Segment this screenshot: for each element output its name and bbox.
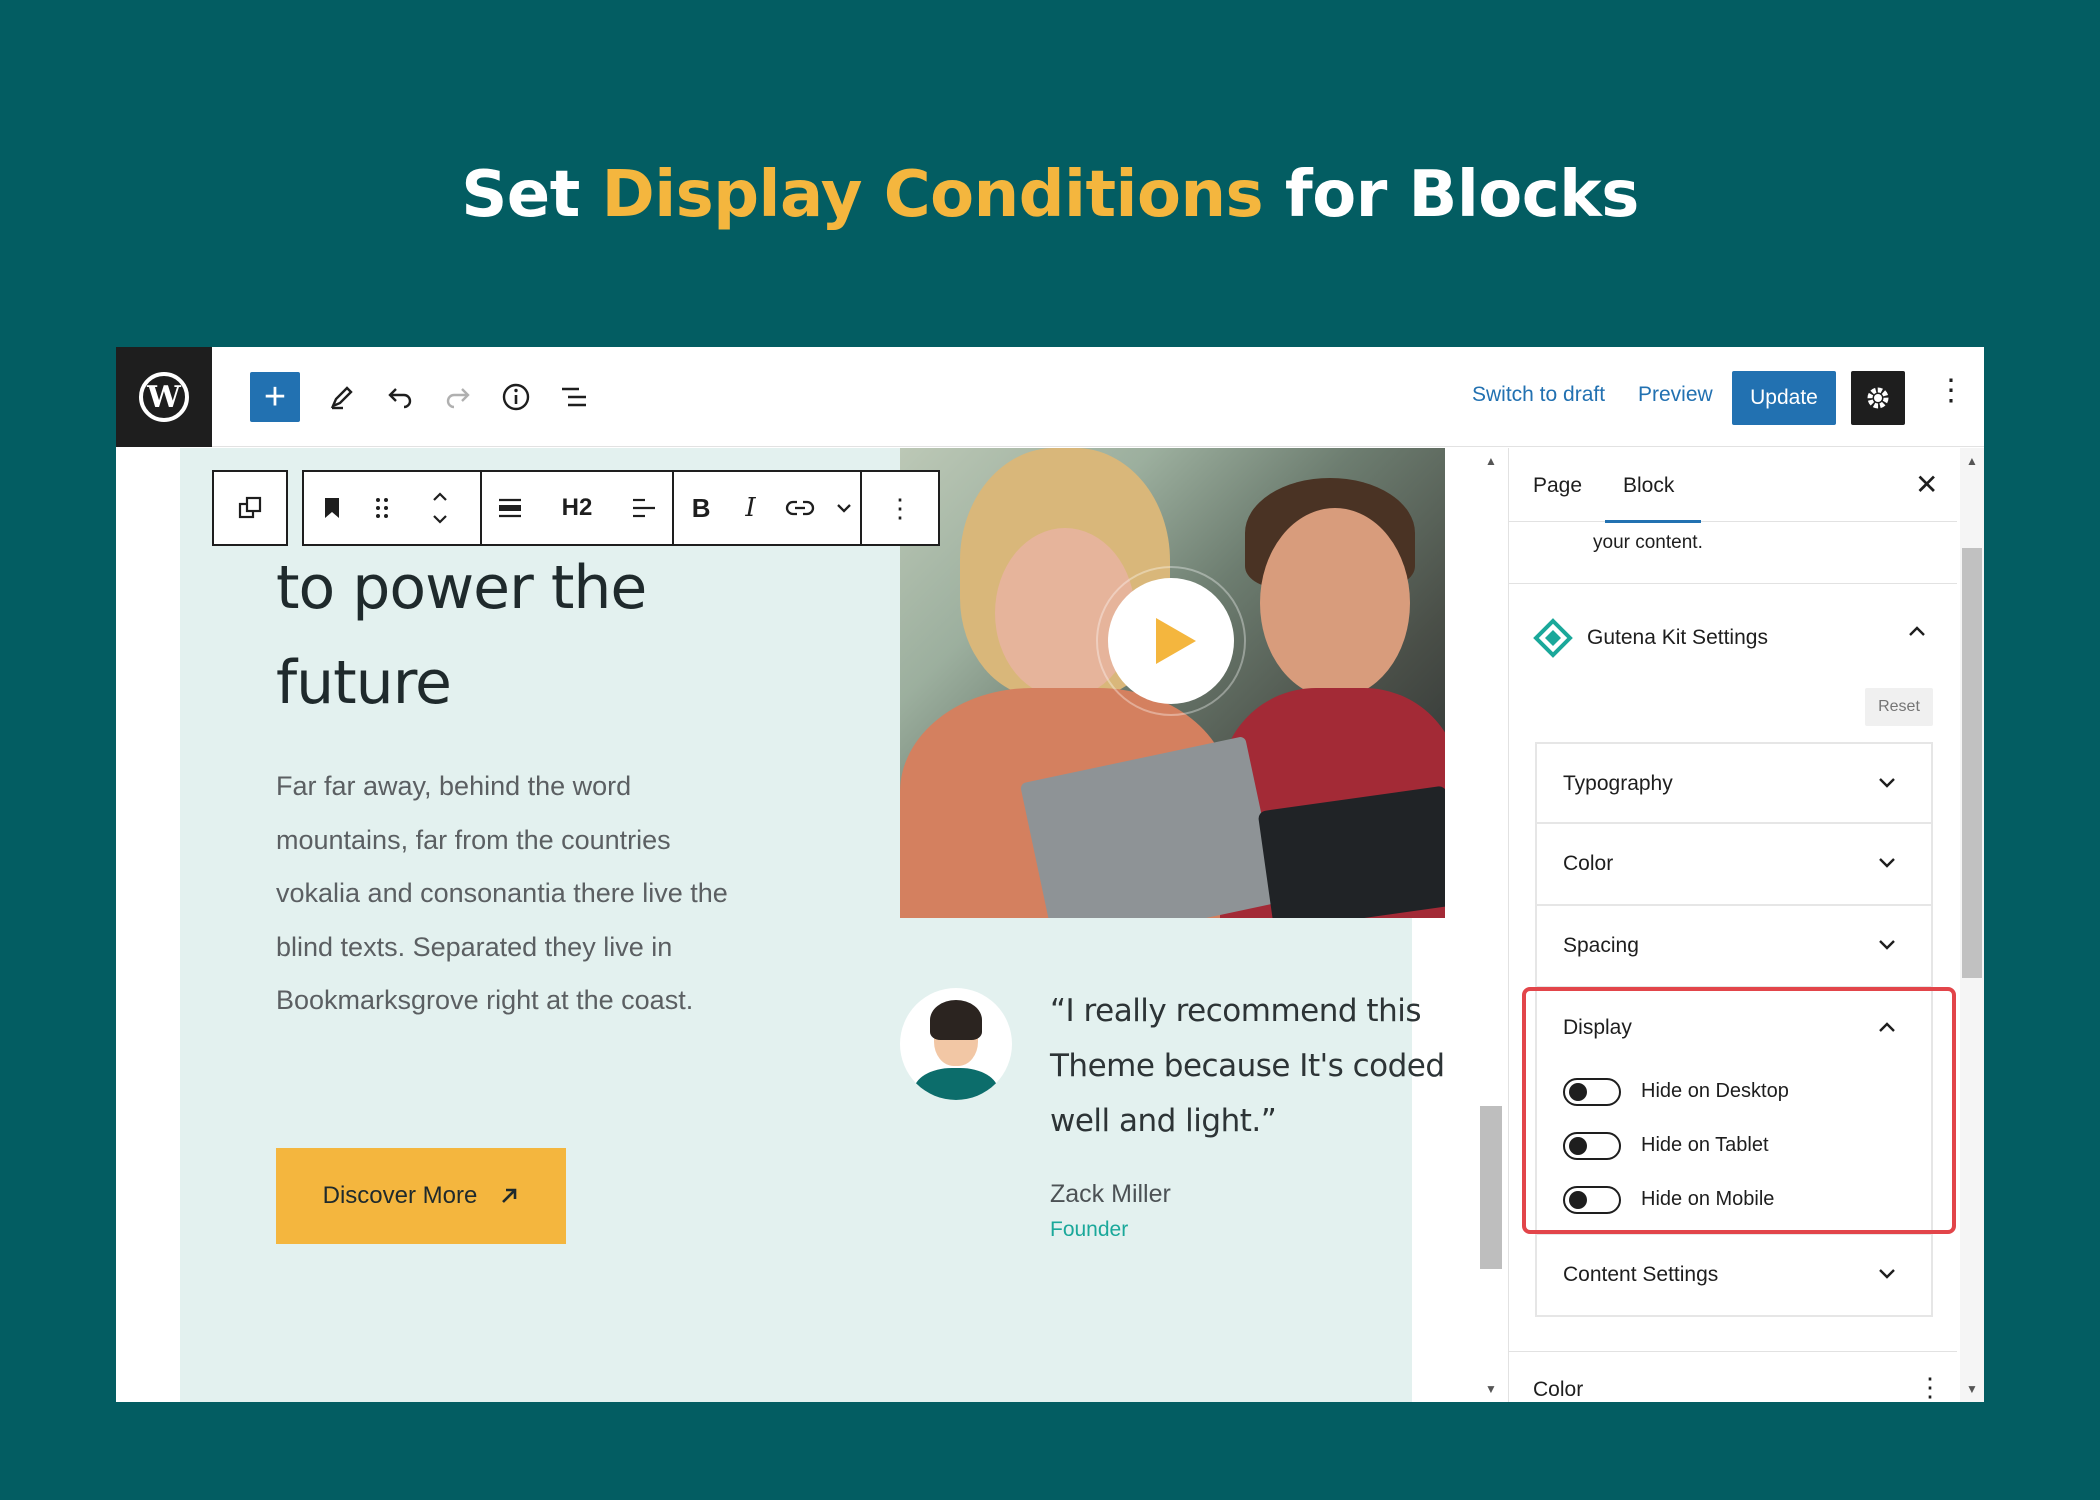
bold-icon[interactable]: B [674, 472, 728, 544]
scroll-up-arrow-icon[interactable]: ▲ [1966, 454, 1978, 468]
scroll-up-arrow-icon[interactable]: ▲ [1485, 454, 1497, 468]
settings-gear-icon[interactable] [1851, 371, 1905, 425]
video-thumbnail[interactable] [900, 448, 1445, 918]
active-tab-indicator [1605, 520, 1701, 523]
tab-block[interactable]: Block [1623, 474, 1674, 498]
wordpress-logo[interactable]: W [116, 347, 212, 447]
sidebar-scroll-thumb[interactable] [1962, 548, 1982, 978]
display-highlight-frame [1522, 987, 1956, 1234]
reset-button[interactable]: Reset [1865, 688, 1933, 726]
color-panel[interactable]: Color [1535, 824, 1933, 906]
content-section: to power the future Far far away, behind… [180, 448, 1445, 1402]
gutena-kit-icon [1533, 618, 1573, 658]
chevron-down-icon [1877, 1261, 1897, 1287]
chevron-down-icon [1877, 770, 1897, 796]
divider [1509, 583, 1957, 584]
testimonial-role[interactable]: Founder [1050, 1218, 1128, 1242]
headline-suffix: for Blocks [1263, 158, 1639, 232]
editor-canvas: to power the future Far far away, behind… [116, 448, 1474, 1402]
block-options-icon[interactable]: ⋮ [862, 472, 938, 544]
chevron-up-icon[interactable] [1907, 618, 1927, 644]
canvas-scrollbar[interactable]: ▲ ▼ [1480, 448, 1502, 1402]
typography-panel[interactable]: Typography [1535, 742, 1933, 824]
transform-block-icon[interactable] [214, 472, 286, 544]
text-align-icon[interactable] [616, 472, 672, 544]
chevron-down-icon [1877, 932, 1897, 958]
add-block-icon[interactable]: + [250, 372, 300, 422]
gutena-kit-settings-title[interactable]: Gutena Kit Settings [1587, 626, 1768, 650]
sidebar-tabs: Page Block ✕ [1509, 448, 1957, 523]
more-options-icon[interactable]: ⋮ [1936, 373, 1966, 408]
redo-icon[interactable] [434, 373, 482, 421]
heading-line-2[interactable]: future [276, 648, 452, 718]
tab-page[interactable]: Page [1533, 474, 1582, 498]
scroll-down-arrow-icon[interactable]: ▼ [1966, 1382, 1978, 1396]
align-wide-icon[interactable] [482, 472, 538, 544]
color-label: Color [1563, 852, 1614, 875]
content-settings-label: Content Settings [1563, 1263, 1719, 1286]
more-formats-chevron-icon[interactable] [827, 472, 860, 544]
editor-topbar: W + Switch to draft Preview Update ⋮ [116, 347, 1984, 447]
switch-to-draft-link[interactable]: Switch to draft [1472, 383, 1605, 407]
block-description: your content. [1593, 532, 1703, 553]
sidebar-scrollbar[interactable]: ▲ ▼ [1960, 448, 1984, 1402]
italic-icon[interactable]: I [728, 472, 773, 544]
undo-icon[interactable] [376, 373, 424, 421]
preview-link[interactable]: Preview [1638, 383, 1713, 407]
headline-prefix: Set [461, 158, 602, 232]
edit-pencil-icon[interactable] [318, 373, 366, 421]
link-icon[interactable] [773, 472, 827, 544]
editor-window: W + Switch to draft Preview Update ⋮ to … [116, 347, 1984, 1402]
avatar [900, 988, 1012, 1100]
settings-sidebar: Page Block ✕ your content. Gutena Kit Se… [1508, 448, 1957, 1402]
arrow-up-right-icon [502, 1188, 517, 1203]
discover-more-label: Discover More [322, 1182, 478, 1209]
move-up-down-icon[interactable] [404, 472, 476, 544]
testimonial-quote[interactable]: “I really recommend this Theme because I… [1050, 984, 1450, 1149]
color-options-icon[interactable]: ⋮ [1917, 1372, 1943, 1402]
scroll-down-arrow-icon[interactable]: ▼ [1485, 1382, 1497, 1396]
color-panel-title[interactable]: Color [1533, 1378, 1583, 1402]
typography-label: Typography [1563, 772, 1673, 795]
heading-level-selector[interactable]: H2 [538, 472, 616, 544]
divider [1509, 1351, 1957, 1352]
body-paragraph[interactable]: Far far away, behind the word mountains,… [276, 760, 736, 1028]
testimonial-author[interactable]: Zack Miller [1050, 1180, 1171, 1209]
discover-more-button[interactable]: Discover More [276, 1148, 566, 1244]
wordpress-icon: W [139, 372, 189, 422]
drag-handle-icon[interactable] [360, 472, 404, 544]
update-button[interactable]: Update [1732, 371, 1836, 425]
heading-line-1[interactable]: to power the [276, 553, 647, 623]
content-settings-panel[interactable]: Content Settings [1535, 1235, 1933, 1317]
spacing-panel[interactable]: Spacing [1535, 906, 1933, 988]
info-icon[interactable] [492, 373, 540, 421]
list-view-icon[interactable] [550, 373, 598, 421]
page-headline: Set Display Conditions for Blocks [0, 158, 2100, 232]
bookmark-icon[interactable] [304, 472, 360, 544]
play-button-icon[interactable] [1108, 578, 1234, 704]
spacing-label: Spacing [1563, 934, 1639, 957]
chevron-down-icon [1877, 850, 1897, 876]
close-icon[interactable]: ✕ [1915, 468, 1938, 501]
headline-highlight: Display Conditions [601, 158, 1264, 232]
canvas-scroll-thumb[interactable] [1480, 1106, 1502, 1269]
